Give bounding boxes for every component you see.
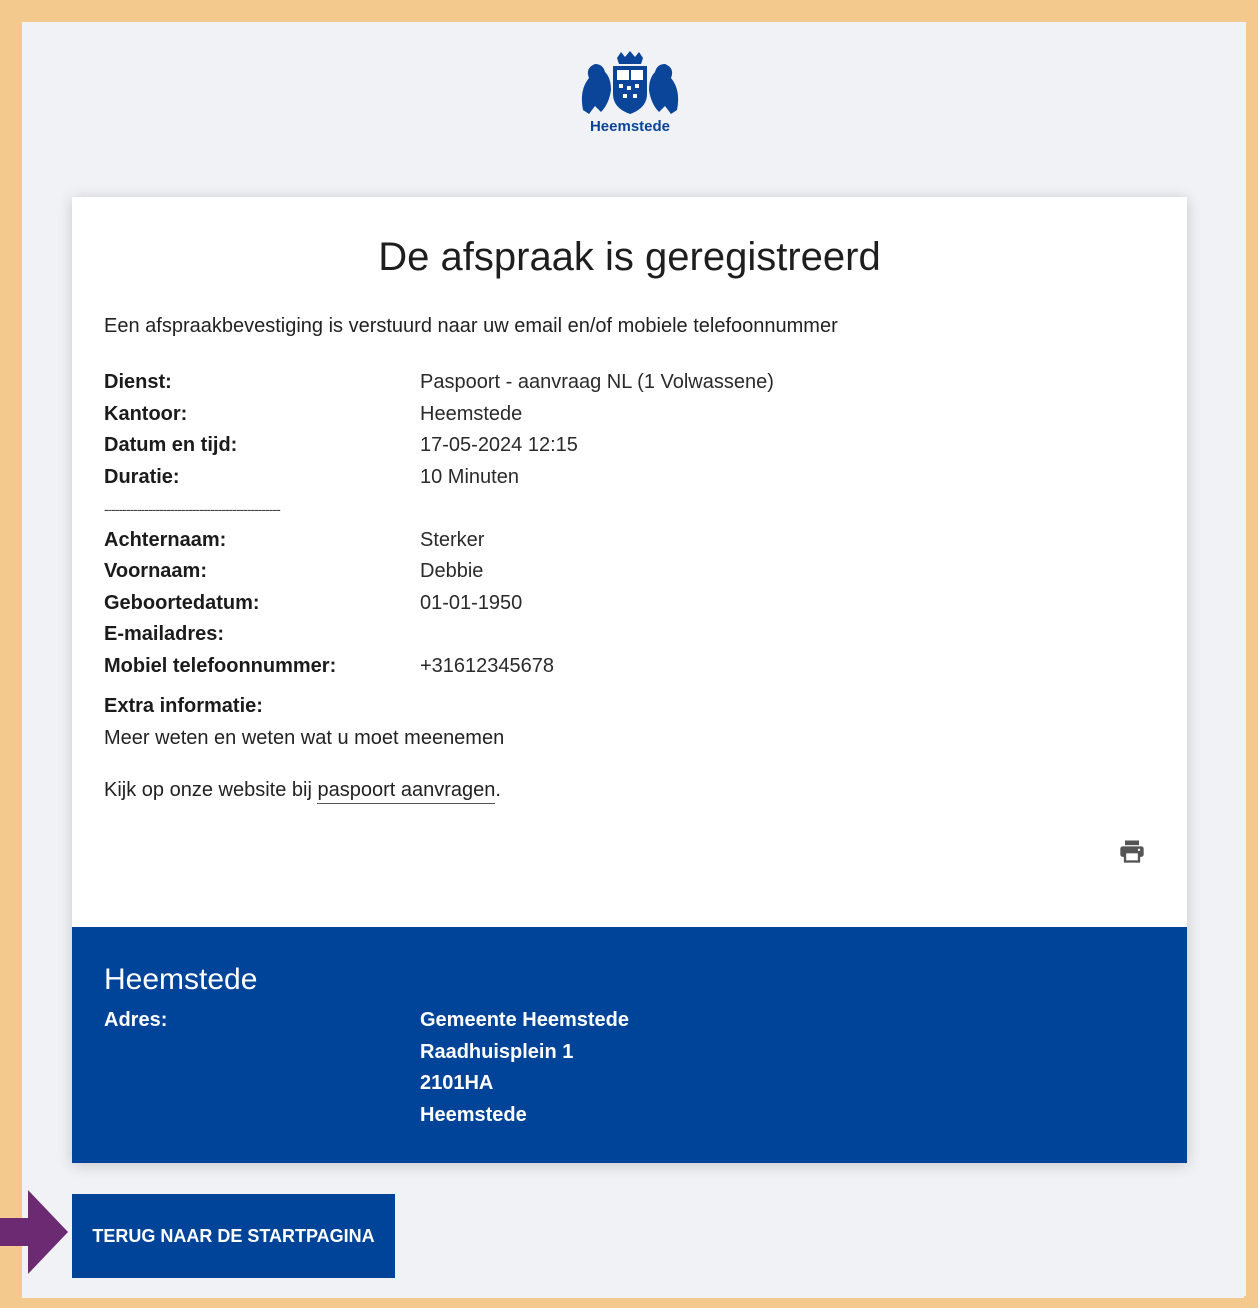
paspoort-aanvragen-link[interactable]: paspoort aanvragen: [317, 779, 496, 804]
detail-row-duratie: Duratie: 10 Minuten: [104, 462, 1004, 494]
detail-label: Duratie:: [104, 465, 180, 488]
detail-value: Debbie: [420, 560, 484, 583]
website-prefix: Kijk op onze website bij: [104, 779, 318, 801]
address-line: 2101HA: [420, 1072, 494, 1094]
detail-row-geboortedatum: Geboortedatum: 01-01-1950: [104, 588, 1004, 620]
detail-value: 01-01-1950: [420, 591, 523, 614]
detail-value: 10 Minuten: [420, 465, 519, 488]
office-footer: Heemstede Adres: Gemeente Heemstede Raad…: [72, 927, 1187, 1163]
confirmation-card: De afspraak is geregistreerd Een afspraa…: [72, 197, 1187, 1163]
detail-row-dienst: Dienst: Paspoort - aanvraag NL (1 Volwas…: [104, 367, 1004, 399]
address-line: Gemeente Heemstede: [420, 1009, 629, 1031]
detail-row-achternaam: Achternaam: Sterker: [104, 525, 1004, 557]
page-title: De afspraak is geregistreerd: [378, 235, 881, 279]
coat-of-arms-icon: [581, 51, 679, 114]
detail-row-voornaam: Voornaam: Debbie: [104, 556, 1004, 588]
address-label: Adres:: [104, 1009, 168, 1031]
detail-value: +31612345678: [420, 654, 555, 677]
back-to-start-button[interactable]: TERUG NAAR DE STARTPAGINA: [72, 1194, 395, 1278]
detail-label: Datum en tijd:: [104, 434, 238, 457]
detail-row-kantoor: Kantoor: Heemstede: [104, 399, 1004, 431]
heemstede-logo[interactable]: Heemstede: [570, 50, 690, 142]
logo-text: Heemstede: [589, 118, 671, 135]
detail-row-email: E-mailadres:: [104, 619, 1004, 651]
detail-label: Geboortedatum:: [104, 591, 260, 614]
detail-value: 17-05-2024 12:15: [420, 434, 578, 457]
detail-label: Dienst:: [104, 371, 172, 394]
website-hint: Kijk op onze website bij paspoort aanvra…: [104, 779, 501, 804]
address-line: Heemstede: [420, 1103, 527, 1126]
extra-info-heading: Extra informatie:: [104, 695, 263, 717]
detail-value: Sterker: [420, 528, 485, 551]
extra-info-text: Meer weten en weten wat u moet meenemen: [104, 727, 505, 749]
printer-icon[interactable]: [1118, 837, 1146, 865]
detail-label: Kantoor:: [104, 402, 188, 425]
detail-label: Mobiel telefoonnummer:: [104, 654, 337, 677]
detail-row-datum: Datum en tijd: 17-05-2024 12:15: [104, 430, 1004, 462]
separator-line: ----------------------------------------…: [104, 500, 281, 517]
appointment-details: Dienst: Paspoort - aanvraag NL (1 Volwas…: [104, 367, 1004, 682]
detail-label: Achternaam:: [104, 528, 227, 551]
confirmation-intro: Een afspraakbevestiging is verstuurd naa…: [104, 315, 838, 337]
address-lines: Gemeente Heemstede Raadhuisplein 1 2101H…: [420, 1009, 629, 1135]
arrow-right-icon: [0, 1190, 68, 1274]
detail-label: Voornaam:: [104, 560, 207, 583]
detail-label: E-mailadres:: [104, 623, 225, 646]
detail-row-telefoon: Mobiel telefoonnummer: +31612345678: [104, 651, 1004, 683]
address-line: Raadhuisplein 1: [420, 1040, 574, 1063]
office-title: Heemstede: [104, 963, 258, 996]
detail-value: Paspoort - aanvraag NL (1 Volwassene): [420, 371, 774, 394]
website-suffix: .: [495, 779, 501, 801]
detail-value: Heemstede: [420, 402, 523, 425]
